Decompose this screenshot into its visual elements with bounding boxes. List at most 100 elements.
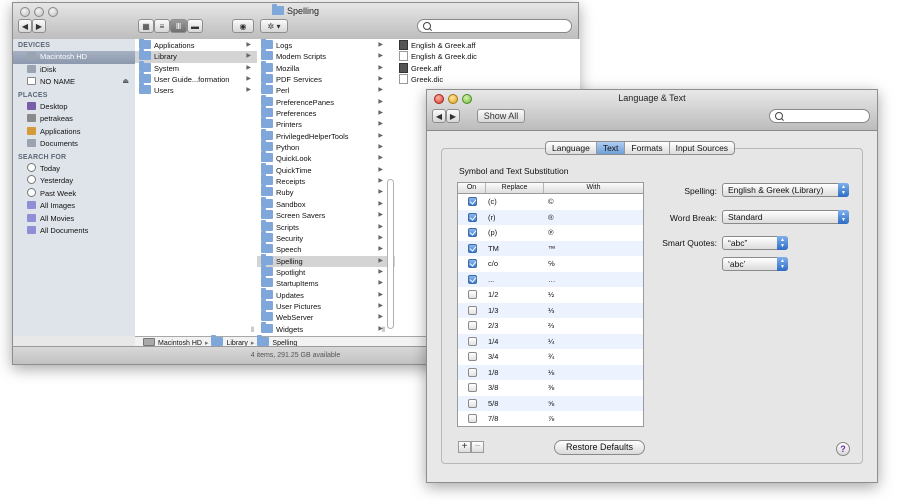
list-item-library[interactable]: Library ▶ xyxy=(135,49,257,63)
list-item-folder[interactable]: Printers ▶ xyxy=(257,117,395,130)
list-item-folder[interactable]: QuickTime ▶ xyxy=(257,162,395,176)
tab-formats[interactable]: Formats xyxy=(625,142,670,154)
list-item-folder[interactable]: Python ▶ xyxy=(257,140,395,153)
list-item-folder[interactable]: Updates ▶ xyxy=(257,287,395,301)
forward-button[interactable]: ▶ xyxy=(32,19,46,33)
sidebar-item-all-documents[interactable]: All Documents xyxy=(13,225,135,238)
sidebar-item-all-images[interactable]: All Images xyxy=(13,200,135,213)
list-item-folder[interactable]: Receipts ▶ xyxy=(257,174,395,187)
sidebar-item-today[interactable]: Today xyxy=(13,162,135,176)
list-item-folder[interactable]: User Pictures ▶ xyxy=(257,298,395,312)
sidebar-item-idisk[interactable]: iDisk xyxy=(13,64,135,77)
list-item-folder[interactable]: StartupItems ▶ xyxy=(257,276,395,289)
enable-checkbox[interactable] xyxy=(467,383,477,393)
list-item-folder[interactable]: Speech ▶ xyxy=(257,242,395,255)
table-row[interactable]: TM ™ xyxy=(458,240,643,256)
enable-checkbox[interactable] xyxy=(467,398,477,408)
list-item-file[interactable]: English & Greek.aff xyxy=(395,40,580,51)
table-row[interactable]: 5/8 ⅝ xyxy=(458,395,643,411)
enable-checkbox[interactable] xyxy=(467,259,477,269)
sidebar-item-desktop[interactable]: Desktop xyxy=(13,101,135,114)
table-row[interactable]: 1/4 ¼ xyxy=(458,333,643,349)
help-button[interactable]: ? xyxy=(836,442,850,456)
coverflow-view-button[interactable]: ▬ xyxy=(187,19,203,33)
enable-checkbox[interactable] xyxy=(467,321,477,331)
list-item-folder[interactable]: Spotlight ▶ xyxy=(257,264,395,278)
list-item-folder[interactable]: Scripts ▶ xyxy=(257,219,395,233)
table-row[interactable]: c/o ℅ xyxy=(458,256,643,272)
forward-button[interactable]: ▶ xyxy=(446,109,460,123)
list-item-folder[interactable]: Spelling ▶ xyxy=(257,253,395,267)
table-row[interactable]: (c) © xyxy=(458,194,643,210)
quick-look-button[interactable]: ◉ xyxy=(232,19,254,33)
sidebar-item-past-week[interactable]: Past Week xyxy=(13,187,135,201)
enable-checkbox[interactable] xyxy=(467,274,477,284)
list-item-folder[interactable]: PreferencePanes ▶ xyxy=(257,94,395,108)
table-row[interactable]: 1/8 ⅛ xyxy=(458,364,643,380)
column-header-on[interactable]: On xyxy=(458,183,486,193)
list-item-folder[interactable]: Preferences ▶ xyxy=(257,106,395,119)
spelling-popup[interactable]: English & Greek (Library) ▲ ▼ xyxy=(722,183,849,197)
back-button[interactable]: ◀ xyxy=(18,19,32,33)
show-all-button[interactable]: Show All xyxy=(477,109,525,123)
eject-icon[interactable]: ⏏ xyxy=(122,76,129,89)
search-input[interactable] xyxy=(769,109,870,123)
enable-checkbox[interactable] xyxy=(467,290,477,300)
sidebar-item-yesterday[interactable]: Yesterday xyxy=(13,175,135,188)
list-item-users[interactable]: Users ▶ xyxy=(135,83,257,96)
tab-input-sources[interactable]: Input Sources xyxy=(670,142,734,154)
list-item-folder[interactable]: Mozilla ▶ xyxy=(257,60,395,74)
enable-checkbox[interactable] xyxy=(467,305,477,315)
list-item-file[interactable]: Greek.aff xyxy=(395,62,580,74)
action-menu-button[interactable]: ✲ ▾ xyxy=(260,19,288,33)
enable-checkbox[interactable] xyxy=(467,352,477,362)
word-break-popup[interactable]: Standard ▲ ▼ xyxy=(722,210,849,224)
single-quotes-popup[interactable]: ‘abc’ ▲ ▼ xyxy=(722,257,788,271)
list-item-folder[interactable]: Ruby ▶ xyxy=(257,185,395,198)
sidebar-item-no-name[interactable]: NO NAME ⏏ xyxy=(13,76,135,89)
sidebar-item-applications[interactable]: Applications xyxy=(13,126,135,139)
column-resize-handle[interactable]: ⦀ xyxy=(382,327,385,335)
list-item-folder[interactable]: Screen Savers ▶ xyxy=(257,208,395,221)
list-item-user-guide[interactable]: User Guide...formation ▶ xyxy=(135,72,257,85)
table-row[interactable]: 3/8 ⅜ xyxy=(458,380,643,396)
enable-checkbox[interactable] xyxy=(467,212,477,222)
tab-text[interactable]: Text xyxy=(596,142,626,154)
list-item-folder[interactable]: Widgets ▶ xyxy=(257,321,395,335)
list-item-folder[interactable]: PrivilegedHelperTools ▶ xyxy=(257,128,395,142)
enable-checkbox[interactable] xyxy=(467,367,477,377)
list-item-folder[interactable]: Logs ▶ xyxy=(257,39,395,51)
search-input[interactable] xyxy=(417,19,572,33)
double-quotes-popup[interactable]: “abc” ▲ ▼ xyxy=(722,236,788,250)
list-item-folder[interactable]: Sandbox ▶ xyxy=(257,196,395,210)
table-row[interactable]: 3/4 ¾ xyxy=(458,349,643,365)
list-item-folder[interactable]: Perl ▶ xyxy=(257,83,395,96)
sidebar-item-macintosh-hd[interactable]: Macintosh HD xyxy=(13,51,135,64)
list-view-button[interactable]: ≡ xyxy=(154,19,170,33)
column-resize-handle[interactable]: ⦀ xyxy=(251,327,254,335)
list-item-folder[interactable]: QuickLook ▶ xyxy=(257,151,395,164)
icon-view-button[interactable]: ▦ xyxy=(138,19,154,33)
sidebar-item-documents[interactable]: Documents xyxy=(13,138,135,151)
table-row[interactable]: ...… xyxy=(458,271,643,287)
back-button[interactable]: ◀ xyxy=(432,109,446,123)
column-header-replace[interactable]: Replace xyxy=(486,183,544,193)
enable-checkbox[interactable] xyxy=(467,197,477,207)
list-item-folder[interactable]: Security ▶ xyxy=(257,230,395,244)
remove-button[interactable]: − xyxy=(471,441,484,453)
list-item-folder[interactable]: PDF Services ▶ xyxy=(257,72,395,85)
list-item-applications[interactable]: Applications ▶ xyxy=(135,39,257,51)
table-row[interactable]: (p) ℗ xyxy=(458,225,643,241)
sidebar-item-all-movies[interactable]: All Movies xyxy=(13,213,135,226)
list-item-folder[interactable]: WebServer ▶ xyxy=(257,310,395,323)
tab-language[interactable]: Language xyxy=(546,142,597,154)
table-row[interactable]: (r) ® xyxy=(458,209,643,225)
list-item-folder[interactable]: Modem Scripts ▶ xyxy=(257,49,395,62)
column-view-button[interactable]: Ⅲ xyxy=(170,19,187,33)
table-row[interactable]: 1/2 ½ xyxy=(458,287,643,303)
table-row[interactable]: 2/3 ⅔ xyxy=(458,318,643,334)
list-item-file[interactable]: Greek.dic xyxy=(395,74,580,85)
table-row[interactable]: 1/3 ⅓ xyxy=(458,302,643,318)
sidebar-item-home[interactable]: petrakeas xyxy=(13,113,135,126)
list-item-file[interactable]: English & Greek.dic xyxy=(395,51,580,62)
